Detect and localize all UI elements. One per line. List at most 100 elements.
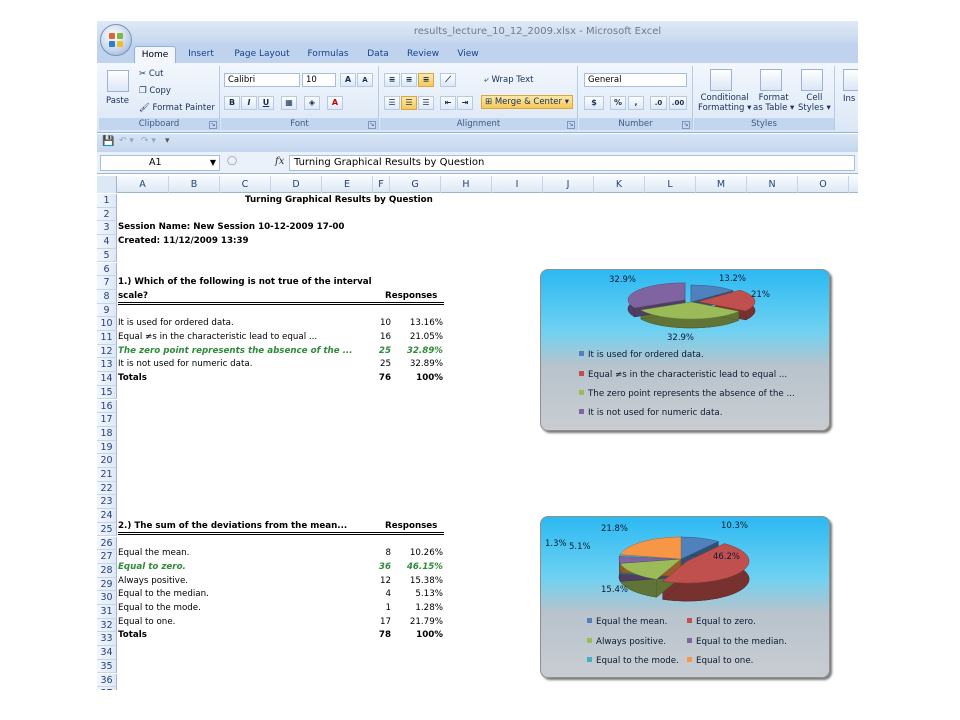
align-left-icon[interactable]: ☰ <box>384 96 400 110</box>
row-header[interactable]: 27 <box>97 550 117 564</box>
select-all-corner[interactable] <box>97 176 117 193</box>
q2-pct-3[interactable]: 15.38% <box>393 575 443 588</box>
row-header[interactable]: 17 <box>97 413 117 427</box>
q1-answer-2[interactable]: Equal ≠s in the characteristic lead to e… <box>118 331 317 344</box>
q1-pct-1[interactable]: 13.16% <box>393 317 443 330</box>
q1-answer-4[interactable]: It is not used for numeric data. <box>118 358 252 371</box>
format-as-table-button[interactable]: Format as Table ▾ <box>753 93 794 113</box>
row-header[interactable]: 32 <box>97 618 117 633</box>
q1-count-4[interactable]: 25 <box>367 358 391 371</box>
row-header[interactable]: 1 <box>97 194 117 208</box>
q1-pct-2[interactable]: 21.05% <box>393 331 443 344</box>
tab-page-layout[interactable]: Page Layout <box>227 46 297 63</box>
row-header[interactable]: 5 <box>97 248 117 263</box>
q1-answer-3-correct[interactable]: The zero point represents the absence of… <box>118 345 353 358</box>
alignment-launcher-icon[interactable]: ↘ <box>567 121 575 129</box>
align-bottom-icon[interactable]: ≡ <box>418 73 434 87</box>
tab-insert[interactable]: Insert <box>181 46 221 63</box>
row-header[interactable]: 34 <box>97 646 117 660</box>
align-middle-icon[interactable]: ≡ <box>401 73 417 87</box>
q2-answer-1[interactable]: Equal the mean. <box>118 547 189 560</box>
cell-styles-button[interactable]: Cell Styles ▾ <box>798 93 831 113</box>
decrease-decimal-button[interactable]: .00 <box>669 96 687 110</box>
row-header[interactable]: 3 <box>97 221 117 236</box>
tab-review[interactable]: Review <box>401 46 445 63</box>
q1-pct-4[interactable]: 32.89% <box>393 358 443 371</box>
column-header[interactable]: H <box>441 176 492 193</box>
row-header[interactable]: 29 <box>97 577 117 592</box>
column-header[interactable]: N <box>747 176 798 193</box>
row-header[interactable]: 6 <box>97 262 117 277</box>
q2-answer-4[interactable]: Equal to the median. <box>118 588 209 601</box>
undo-icon[interactable]: ↶ ▾ <box>119 136 134 146</box>
number-format-select[interactable]: General <box>584 73 687 87</box>
column-header[interactable]: L <box>645 176 696 193</box>
column-header[interactable]: B <box>169 176 220 193</box>
align-top-icon[interactable]: ≡ <box>384 73 400 87</box>
row-header[interactable]: 23 <box>97 495 117 510</box>
row-header[interactable]: 7 <box>97 276 117 290</box>
row-header[interactable]: 19 <box>97 440 117 455</box>
q1-pie-chart[interactable]: 13.2% 21% 32.9% 32.9% It is used for ordere… <box>540 269 830 431</box>
row-header[interactable]: 21 <box>97 468 117 482</box>
row-header[interactable]: 10 <box>97 317 117 331</box>
align-center-icon[interactable]: ☰ <box>401 96 417 110</box>
row-header[interactable]: 36 <box>97 673 117 688</box>
font-name-select[interactable]: Calibri <box>224 73 300 87</box>
grow-font-button[interactable]: A <box>340 73 356 87</box>
save-icon[interactable]: 💾 <box>102 136 114 147</box>
row-header[interactable]: 28 <box>97 563 117 578</box>
redo-icon[interactable]: ↷ ▾ <box>141 136 156 146</box>
q1-count-2[interactable]: 16 <box>367 331 391 344</box>
office-button[interactable] <box>100 24 132 56</box>
row-header[interactable]: 8 <box>97 289 117 304</box>
row-header[interactable]: 2 <box>97 207 117 222</box>
row-header[interactable]: 31 <box>97 605 117 619</box>
column-header[interactable]: E <box>322 176 373 193</box>
tab-view[interactable]: View <box>451 46 485 63</box>
q2-totals-pct[interactable]: 100% <box>393 629 443 642</box>
q2-pct-6[interactable]: 21.79% <box>393 616 443 629</box>
q2-count-3[interactable]: 12 <box>367 575 391 588</box>
number-launcher-icon[interactable]: ↘ <box>682 121 690 129</box>
row-header[interactable]: 24 <box>97 509 117 523</box>
q1-answer-1[interactable]: It is used for ordered data. <box>118 317 234 330</box>
q2-answer-2-correct[interactable]: Equal to zero. <box>118 561 186 574</box>
row-header[interactable]: 25 <box>97 522 117 537</box>
sheet-title[interactable]: Turning Graphical Results by Question <box>245 194 433 207</box>
borders-icon[interactable]: ▦ <box>281 96 297 110</box>
row-header[interactable]: 33 <box>97 632 117 647</box>
row-header[interactable]: 13 <box>97 358 117 373</box>
row-header[interactable]: 16 <box>97 399 117 414</box>
q2-answer-3[interactable]: Always positive. <box>118 575 188 588</box>
underline-button[interactable]: U <box>258 96 274 110</box>
font-color-button[interactable]: A <box>327 96 343 110</box>
row-header[interactable]: 30 <box>97 591 117 605</box>
row-header[interactable]: 35 <box>97 659 117 674</box>
row-header[interactable]: 22 <box>97 481 117 496</box>
column-header[interactable]: I <box>492 176 543 193</box>
q1-count-1[interactable]: 10 <box>367 317 391 330</box>
q1-pct-3[interactable]: 32.89% <box>393 345 443 358</box>
q2-answer-5[interactable]: Equal to the mode. <box>118 602 201 615</box>
column-header[interactable]: C <box>220 176 271 193</box>
conditional-formatting-button[interactable]: Conditional Formatting ▾ <box>698 93 751 113</box>
name-box[interactable]: A1 ▼ <box>100 155 220 171</box>
q2-count-5[interactable]: 1 <box>367 602 391 615</box>
comma-button[interactable]: , <box>628 96 644 110</box>
align-right-icon[interactable]: ☰ <box>418 96 434 110</box>
cut-button[interactable]: ✂ Cut <box>139 69 163 79</box>
q2-pct-1[interactable]: 10.26% <box>393 547 443 560</box>
tab-home[interactable]: Home <box>134 46 176 63</box>
format-painter-button[interactable]: 🖌 Format Painter <box>139 103 215 113</box>
q2-pct-4[interactable]: 5.13% <box>393 588 443 601</box>
worksheet-grid[interactable]: ABCDEFGHIJKLMNO 1 2 3 4 5 6 7 8 9 10 11 12 13 14 15 16 1… <box>97 176 858 690</box>
q1-totals-label[interactable]: Totals <box>118 372 147 385</box>
q2-totals-label[interactable]: Totals <box>118 629 147 642</box>
q2-count-2[interactable]: 36 <box>367 561 391 574</box>
wrap-text-button[interactable]: ⤶ Wrap Text <box>484 75 533 85</box>
column-header[interactable]: M <box>696 176 747 193</box>
q2-totals-count[interactable]: 78 <box>367 629 391 642</box>
row-header[interactable]: 20 <box>97 454 117 468</box>
session-name[interactable]: Session Name: New Session 10-12-2009 17-… <box>118 221 344 234</box>
